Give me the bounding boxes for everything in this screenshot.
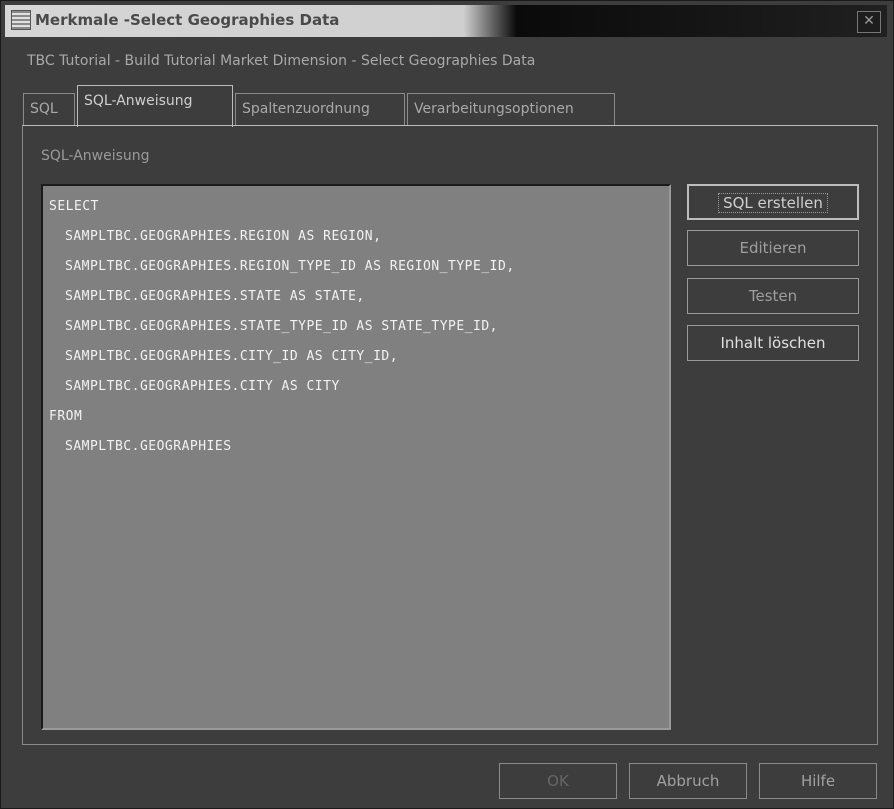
sql-line: SAMPLTBC.GEOGRAPHIES.CITY_ID AS CITY_ID,: [65, 349, 399, 364]
clear-content-button[interactable]: Inhalt löschen: [687, 325, 859, 361]
sql-line: SAMPLTBC.GEOGRAPHIES.STATE AS STATE,: [65, 289, 365, 304]
help-button[interactable]: Hilfe: [759, 763, 877, 799]
app-icon: [11, 10, 31, 30]
tab-verarbeitungsoptionen[interactable]: Verarbeitungsoptionen: [407, 93, 615, 125]
dialog-window: Merkmale -Select Geographies Data ✕ TBC …: [0, 0, 894, 809]
build-sql-label: SQL erstellen: [718, 193, 828, 213]
cancel-button[interactable]: Abbruch: [629, 763, 747, 799]
window-title: Merkmale -Select Geographies Data: [35, 11, 340, 29]
tab-spaltenzuordnung[interactable]: Spaltenzuordnung: [235, 93, 405, 125]
sql-line: SELECT: [49, 199, 99, 214]
test-button[interactable]: Testen: [687, 278, 859, 314]
tab-panel: SQL-Anweisung SELECT SAMPLTBC.GEOGRAPHIE…: [22, 125, 878, 745]
tab-sql[interactable]: SQL: [23, 93, 75, 125]
build-sql-button[interactable]: SQL erstellen: [687, 184, 859, 220]
tab-sql-anweisung[interactable]: SQL-Anweisung: [77, 85, 233, 127]
sql-line: SAMPLTBC.GEOGRAPHIES.REGION AS REGION,: [65, 229, 382, 244]
title-bar[interactable]: Merkmale -Select Geographies Data ✕: [5, 5, 887, 37]
sql-line: SAMPLTBC.GEOGRAPHIES.REGION_TYPE_ID AS R…: [65, 259, 515, 274]
sql-statement-textarea[interactable]: SELECT SAMPLTBC.GEOGRAPHIES.REGION AS RE…: [41, 184, 671, 730]
dialog-subtitle: TBC Tutorial - Build Tutorial Market Dim…: [27, 53, 536, 69]
edit-button[interactable]: Editieren: [687, 230, 859, 266]
sql-line: FROM: [49, 409, 83, 424]
sql-line: SAMPLTBC.GEOGRAPHIES.STATE_TYPE_ID AS ST…: [65, 319, 498, 334]
sql-line: SAMPLTBC.GEOGRAPHIES.CITY AS CITY: [65, 379, 340, 394]
ok-button[interactable]: OK: [499, 763, 617, 799]
close-button[interactable]: ✕: [857, 11, 881, 33]
sql-line: SAMPLTBC.GEOGRAPHIES: [65, 439, 232, 454]
panel-label: SQL-Anweisung: [41, 148, 150, 164]
